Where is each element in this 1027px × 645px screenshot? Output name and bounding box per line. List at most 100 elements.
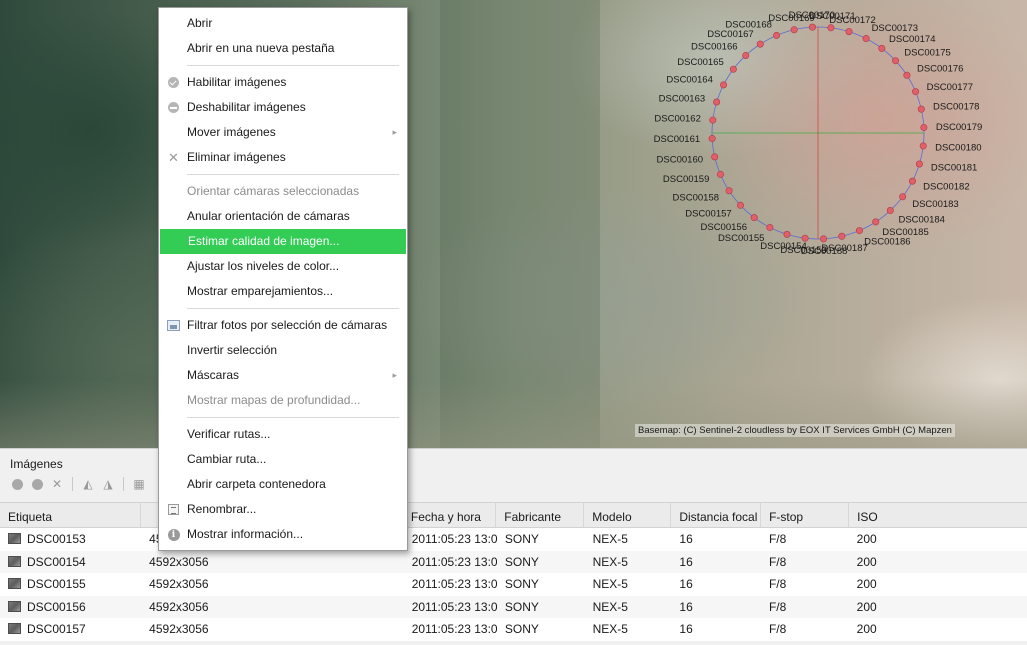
camera-marker [845,28,853,36]
delete-icon: ✕ [168,150,179,165]
menu-separator [187,65,399,66]
camera-label: DSC00179 [936,122,982,133]
camera-marker [790,26,798,34]
context-menu: Abrir Abrir en una nueva pestaña Habilitar… [158,7,408,551]
cell-text: 200 [856,622,877,637]
menu-item-label: Abrir en una nueva pestaña [187,41,335,55]
camera-label: DSC00163 [659,94,705,105]
menu-item-filtrar-fotos-por-seleccion-de-camaras[interactable]: Filtrar fotos por selección de cámaras [159,313,407,338]
camera-marker [892,57,900,65]
menu-item-label: Mostrar emparejamientos... [187,284,334,298]
menu-item-abrir-en-una-nueva-pestana[interactable]: Abrir en una nueva pestaña [159,36,407,61]
table-row[interactable]: DSC00155 4592x3056 2011:05:23 13:02... SONY… [0,573,1027,596]
table-cell: F/8 [761,622,849,636]
column-header[interactable]: Fecha y hora [403,503,497,527]
cell-text: 2011:05:23 13:02... [411,532,497,547]
menu-item-abrir[interactable]: Abrir [159,11,407,36]
menu-item-label: Filtrar fotos por selección de cámaras [187,318,388,332]
camera-marker [878,44,886,52]
table-cell: NEX-5 [585,622,672,636]
align-right-icon[interactable]: ◮ [101,477,115,491]
camera-label: DSC00182 [923,182,969,193]
camera-marker [808,23,816,31]
camera-label: DSC00177 [927,82,973,93]
table-row[interactable]: DSC00154 4592x3056 2011:05:23 13:02... SONY… [0,550,1027,573]
menu-item-mostrar-mapas-de-profundidad: Mostrar mapas de profundidad... [159,388,407,413]
camera-label: DSC00160 [657,155,703,166]
cell-text: 16 [679,599,693,614]
cell-text: SONY [504,599,539,614]
table-cell: 200 [849,532,1027,546]
table-cell: 16 [671,555,761,569]
column-header[interactable]: Fabricante [496,503,585,527]
table-cell: NEX-5 [585,532,672,546]
table-cell: F/8 [761,532,849,546]
menu-item-ajustar-los-niveles-de-color[interactable]: Ajustar los niveles de color... [159,254,407,279]
table-cell: DSC00155 [0,577,141,591]
column-header[interactable]: Modelo [584,503,672,527]
table-cell: SONY [497,622,585,636]
column-header[interactable]: F-stop [761,503,850,527]
map-view[interactable]: DSC00153 DSC00154 DSC00155 DSC00156 DSC00157… [0,0,1027,448]
menu-item-abrir-carpeta-contenedora[interactable]: Abrir carpeta contenedora [159,472,407,497]
column-header[interactable]: Distancia focal [671,503,762,527]
column-header[interactable]: Etiqueta [0,503,142,527]
panel-title: Imágenes [10,457,63,471]
delete-icon[interactable]: ✕ [50,477,64,491]
camera-marker [750,214,758,222]
menu-item-estimar-calidad-de-imagen[interactable]: Estimar calidad de imagen... [160,229,406,254]
table-row[interactable]: DSC001534592x30562011:05:23 13:02...SONY… [0,528,1027,551]
cell-text: F/8 [768,554,787,569]
camera-label: DSC00157 [685,208,731,219]
camera-label: DSC00156 [701,222,747,233]
menu-item-deshabilitar-imagenes[interactable]: Deshabilitar imágenes [159,95,407,120]
camera-label: DSC00155 [718,233,764,244]
menu-item-label: Máscaras [187,368,240,382]
table-row[interactable]: DSC00157 4592x3056 2011:05:23 13:02... SONY… [0,618,1027,641]
menu-item-habilitar-imagenes[interactable]: Habilitar imágenes [159,70,407,95]
camera-label: DSC00166 [691,42,737,53]
menu-item-verificar-rutas[interactable]: Verificar rutas... [159,422,407,447]
disable-icon[interactable] [30,477,44,491]
menu-item-cambiar-ruta[interactable]: Cambiar ruta... [159,447,407,472]
menu-item-mostrar-informacion[interactable]: i Mostrar información... [159,522,407,547]
table-cell: SONY [497,532,585,546]
align-left-icon[interactable]: ◭ [81,477,95,491]
camera-marker [725,187,733,195]
menu-item-label: Renombrar... [187,502,257,516]
images-icon[interactable]: ▦ [132,477,146,491]
disable-icon [167,101,180,114]
menu-item-invertir-seleccion[interactable]: Invertir selección [159,338,407,363]
cell-text: SONY [504,577,539,592]
camera-marker [919,142,927,150]
camera-label: DSC00176 [917,64,963,75]
table-cell: 200 [849,577,1027,591]
table-cell: DSC00156 [0,600,141,614]
column-header[interactable]: ISO [849,503,1027,527]
menu-item-mover-imagenes[interactable]: Mover imágenes ▸ [159,120,407,145]
menu-item-renombrar[interactable]: Renombrar... [159,497,407,522]
camera-marker [899,193,907,201]
table-cell: 16 [671,577,761,591]
cell-text: SONY [504,554,539,569]
table-cell: 200 [849,622,1027,636]
camera-marker [720,81,728,89]
menu-item-label: Mostrar mapas de profundidad... [187,393,361,407]
camera-layout: DSC00153DSC00154DSC00155DSC00156DSC00157… [654,10,983,257]
cell-text: SONY [504,532,539,547]
table-cell: 16 [671,600,761,614]
camera-label: DSC00162 [654,114,700,125]
table-row[interactable]: DSC00156 4592x3056 2011:05:23 13:02... SONY… [0,595,1027,618]
menu-item-label: Verificar rutas... [187,427,271,441]
menu-item-mostrar-emparejamientos[interactable]: Mostrar emparejamientos... [159,279,407,304]
menu-item-label: Deshabilitar imágenes [187,100,306,114]
camera-label: DSC00168 [725,19,771,30]
cell-text: 2011:05:23 13:02... [411,577,497,592]
menu-item-eliminar-imagenes[interactable]: ✕ Eliminar imágenes [159,145,407,170]
image-thumbnail-icon [8,533,21,545]
table-cell: 16 [671,622,761,636]
images-panel: Imágenes ✕ ◭ ◮ ▦ Etiqueta⌄Fecha y horaFabri… [0,448,1027,645]
menu-item-mascaras[interactable]: Máscaras ▸ [159,363,407,388]
menu-item-anular-orientacion-de-camaras[interactable]: Anular orientación de cámaras [159,204,407,229]
enable-icon[interactable] [10,477,24,491]
